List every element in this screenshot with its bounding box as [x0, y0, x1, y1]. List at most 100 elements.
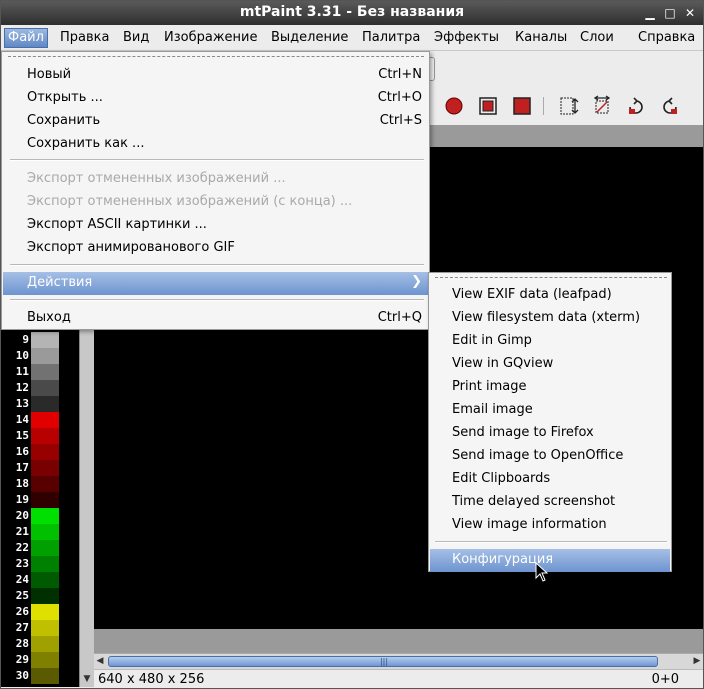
- menu-selection[interactable]: Выделение: [267, 28, 352, 48]
- palette-entry[interactable]: 11: [7, 364, 59, 380]
- menu-item-actions[interactable]: Действия ❯: [3, 272, 428, 295]
- palette-entry[interactable]: 30: [7, 668, 59, 684]
- action-view-gqview[interactable]: View in GQview: [430, 353, 670, 376]
- action-delayed-screenshot[interactable]: Time delayed screenshot: [430, 491, 670, 514]
- palette-swatch[interactable]: [31, 396, 59, 412]
- tearoff-line[interactable]: [8, 56, 424, 57]
- rotate-clockwise-icon[interactable]: [625, 95, 647, 117]
- palette-swatch[interactable]: [31, 604, 59, 620]
- action-send-firefox[interactable]: Send image to Firefox: [430, 422, 670, 445]
- palette-entry[interactable]: 9: [7, 332, 59, 348]
- palette-swatch[interactable]: [31, 380, 59, 396]
- menu-effects[interactable]: Эффекты: [430, 28, 503, 48]
- maximize-icon[interactable]: □: [663, 6, 677, 20]
- menu-item-save-as[interactable]: Сохранить как ...: [3, 133, 428, 156]
- menu-view[interactable]: Вид: [119, 28, 153, 48]
- action-view-exif[interactable]: View EXIF data (leafpad): [430, 284, 670, 307]
- palette-index-label: 14: [15, 413, 29, 426]
- menu-file[interactable]: Файл: [4, 28, 48, 48]
- scroll-down-icon[interactable]: ▼: [81, 673, 93, 685]
- palette-swatch[interactable]: [31, 412, 59, 428]
- palette-swatch[interactable]: [31, 540, 59, 556]
- menu-separator: [10, 159, 424, 161]
- menu-palette[interactable]: Палитра: [358, 28, 424, 48]
- action-edit-clipboards[interactable]: Edit Clipboards: [430, 468, 670, 491]
- palette-swatch[interactable]: [31, 332, 59, 348]
- canvas-border-bottom: [94, 629, 703, 653]
- hscroll-thumb[interactable]: |||: [108, 656, 658, 667]
- palette-entry[interactable]: 29: [7, 652, 59, 668]
- palette-entry[interactable]: 14: [7, 412, 59, 428]
- palette-entry[interactable]: 18: [7, 476, 59, 492]
- action-email-image[interactable]: Email image: [430, 399, 670, 422]
- palette-entry[interactable]: 22: [7, 540, 59, 556]
- palette-entry[interactable]: 19: [7, 492, 59, 508]
- palette-swatch[interactable]: [31, 556, 59, 572]
- close-icon[interactable]: ✕: [683, 6, 697, 20]
- menu-item-export-ascii[interactable]: Экспорт ASCII картинки ...: [3, 214, 428, 237]
- palette-swatch[interactable]: [31, 364, 59, 380]
- menu-help[interactable]: Справка: [634, 28, 699, 48]
- palette-entry[interactable]: 23: [7, 556, 59, 572]
- palette-swatch[interactable]: [31, 492, 59, 508]
- palette-swatch[interactable]: [31, 508, 59, 524]
- palette-entry[interactable]: 20: [7, 508, 59, 524]
- action-view-filesystem[interactable]: View filesystem data (xterm): [430, 307, 670, 330]
- action-edit-gimp[interactable]: Edit in Gimp: [430, 330, 670, 353]
- palette-entry[interactable]: 21: [7, 524, 59, 540]
- menu-item-export-undo: Экспорт отмененных изображений ...: [27, 171, 286, 186]
- menu-item-open[interactable]: Открыть ... Ctrl+O: [3, 87, 428, 110]
- palette-index-label: 9: [22, 333, 29, 346]
- menu-item-save[interactable]: Сохранить Ctrl+S: [3, 110, 428, 133]
- palette-swatch[interactable]: [31, 572, 59, 588]
- palette-entry[interactable]: 27: [7, 620, 59, 636]
- palette-swatch[interactable]: [31, 476, 59, 492]
- palette-entry[interactable]: 25: [7, 588, 59, 604]
- palette-swatch[interactable]: [31, 668, 59, 684]
- menu-item-export-gif[interactable]: Экспорт анимированового GIF: [3, 237, 428, 260]
- action-image-information[interactable]: View image information: [430, 514, 670, 537]
- grip-icon: |||: [379, 657, 389, 666]
- menu-image[interactable]: Изображение: [160, 28, 261, 48]
- palette-entry[interactable]: 24: [7, 572, 59, 588]
- palette-entry[interactable]: 17: [7, 460, 59, 476]
- action-configuration[interactable]: Конфигурация: [430, 549, 670, 572]
- palette-swatch[interactable]: [31, 428, 59, 444]
- palette-entry[interactable]: 16: [7, 444, 59, 460]
- scroll-right-icon[interactable]: ▶: [691, 655, 703, 667]
- action-print-image[interactable]: Print image: [430, 376, 670, 399]
- palette-entry[interactable]: 15: [7, 428, 59, 444]
- menu-layers[interactable]: Слои: [576, 28, 618, 48]
- action-send-openoffice[interactable]: Send image to OpenOffice: [430, 445, 670, 468]
- tearoff-line[interactable]: [435, 277, 667, 278]
- flip-horizontal-icon[interactable]: [591, 95, 613, 117]
- canvas-hscrollbar[interactable]: ◀ ||| ▶: [94, 653, 703, 669]
- outline-rect-icon[interactable]: [477, 95, 499, 117]
- flip-vertical-icon[interactable]: [557, 95, 579, 117]
- palette-entry[interactable]: 13: [7, 396, 59, 412]
- palette-entry[interactable]: 10: [7, 348, 59, 364]
- palette-swatch[interactable]: [31, 652, 59, 668]
- palette-entry[interactable]: 28: [7, 636, 59, 652]
- menu-item-quit[interactable]: Выход Ctrl+Q: [3, 307, 428, 330]
- palette-swatch[interactable]: [31, 636, 59, 652]
- palette-swatch[interactable]: [31, 444, 59, 460]
- minimize-icon[interactable]: ▁: [643, 6, 657, 20]
- palette-swatch[interactable]: [31, 588, 59, 604]
- menu-bar: Файл Правка Вид Изображение Выделение Па…: [1, 25, 703, 51]
- menu-edit[interactable]: Правка: [56, 28, 113, 48]
- filled-rect-icon[interactable]: [511, 95, 533, 117]
- palette-swatch[interactable]: [31, 620, 59, 636]
- rotate-anticlockwise-icon[interactable]: [659, 95, 681, 117]
- palette-scrollbar[interactable]: ▼: [79, 327, 94, 687]
- palette-entry[interactable]: 12: [7, 380, 59, 396]
- canvas-border-top: [429, 125, 703, 147]
- palette-swatch[interactable]: [31, 524, 59, 540]
- ellipse-tool-icon[interactable]: [443, 95, 465, 117]
- menu-item-new[interactable]: Новый Ctrl+N: [3, 64, 428, 87]
- palette-swatch[interactable]: [31, 460, 59, 476]
- scroll-left-icon[interactable]: ◀: [94, 655, 106, 667]
- menu-channels[interactable]: Каналы: [511, 28, 571, 48]
- palette-swatch[interactable]: [31, 348, 59, 364]
- palette-entry[interactable]: 26: [7, 604, 59, 620]
